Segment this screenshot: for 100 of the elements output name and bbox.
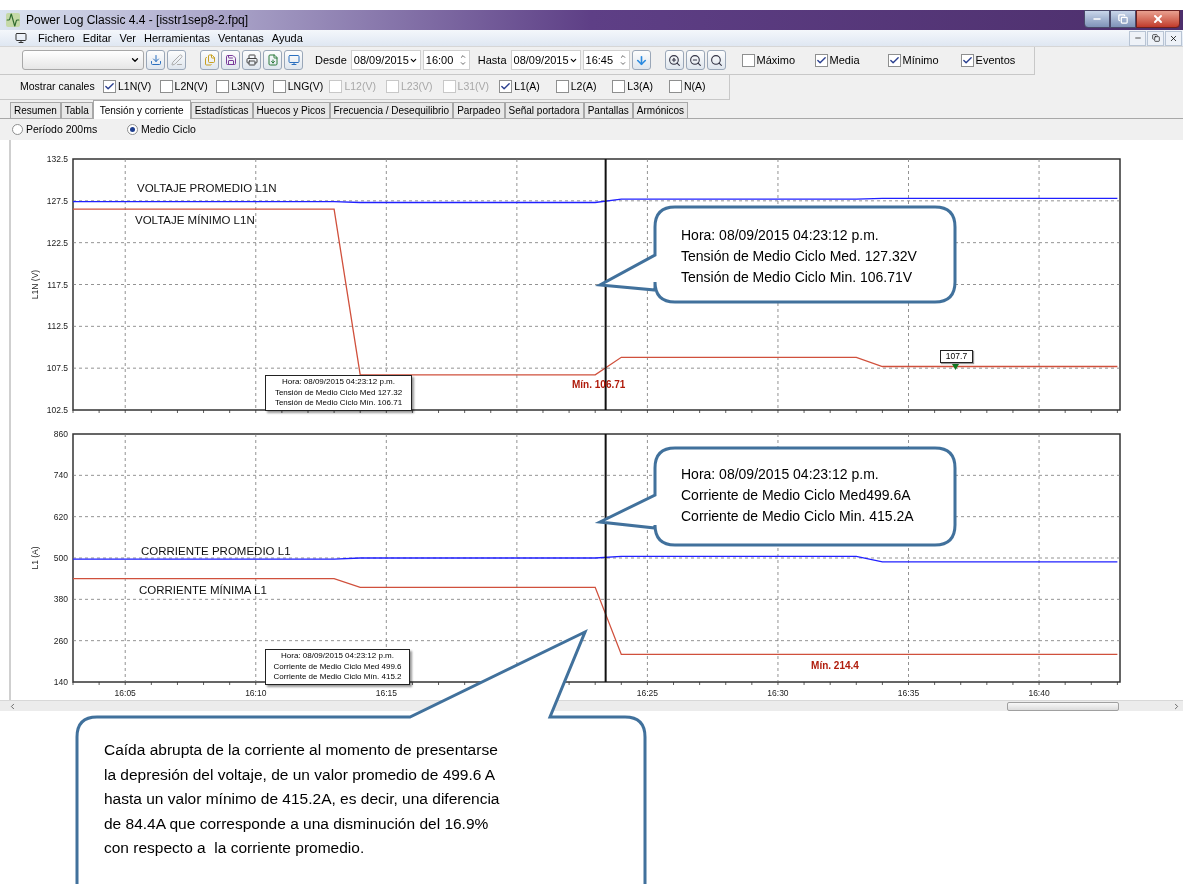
from-label: Desde — [315, 52, 347, 68]
minimize-icon — [1133, 34, 1142, 42]
checkbox[interactable] — [159, 80, 173, 93]
marker-triangle-icon — [952, 364, 959, 370]
printer-icon — [245, 54, 258, 66]
callout-text: Hora: 08/09/2015 04:23:12 p.m. Tensión de Medio Ciclo Med. 127.32V Tensión de Medio Ciclo Min. 106.71V — [681, 226, 917, 287]
cursor-line[interactable] — [604, 434, 607, 682]
tab[interactable]: Pantallas — [583, 102, 633, 118]
close-button[interactable] — [1136, 10, 1180, 28]
tab[interactable]: Tabla — [60, 102, 93, 118]
menu-item[interactable]: Editar — [78, 29, 116, 47]
tab[interactable]: Estadísticas — [190, 102, 253, 118]
channel-label: L1N(V) — [118, 78, 152, 94]
checkbox[interactable] — [612, 80, 626, 93]
checkbox[interactable] — [668, 80, 682, 93]
x-tick-label: 16:35 — [897, 688, 920, 698]
download-button[interactable] — [146, 50, 165, 70]
combo-box[interactable] — [22, 50, 144, 70]
y-tick-label: 380 — [53, 594, 68, 605]
tab[interactable]: Resumen — [10, 102, 61, 118]
zoom-out-button[interactable] — [685, 50, 705, 70]
caret-icon — [130, 55, 140, 65]
option-label: Eventos — [975, 52, 1016, 68]
restore-button[interactable] — [1110, 10, 1136, 28]
y-tick-label: 620 — [53, 511, 68, 522]
option-label: Media — [829, 52, 860, 68]
menu-item[interactable]: Ventanas — [214, 29, 268, 47]
checkbox[interactable] — [216, 80, 230, 93]
option-label: Máximo — [756, 52, 796, 68]
minimize-button[interactable] — [1084, 10, 1110, 28]
value-flag: 107.7 — [940, 350, 973, 363]
document-icon — [14, 32, 28, 44]
from-time-field[interactable]: 16:00 — [422, 50, 470, 70]
tab[interactable]: Tensión y corriente — [92, 100, 191, 119]
close-icon — [1152, 13, 1164, 25]
y-tick-label: 112.5 — [47, 321, 68, 332]
y-tick-label: 500 — [53, 553, 68, 563]
apply-button[interactable] — [631, 50, 651, 70]
menu-item[interactable]: Ayuda — [267, 29, 307, 47]
child-restore-button[interactable] — [1147, 30, 1164, 46]
y-tick-label: 107.5 — [46, 363, 68, 374]
y-axis-title: L1N (V) — [30, 269, 40, 300]
file-icon — [266, 54, 279, 66]
export-button[interactable] — [263, 50, 282, 70]
channel-label: L2N(V) — [174, 78, 208, 94]
checkbox[interactable] — [887, 53, 901, 67]
radio-button[interactable] — [127, 124, 138, 135]
checkbox[interactable] — [960, 53, 974, 67]
checkbox[interactable] — [555, 80, 569, 93]
channel-label: L12(V) — [344, 78, 376, 94]
tab[interactable]: Huecos y Picos — [252, 102, 330, 118]
radio-button[interactable] — [12, 124, 23, 135]
series-annotation: CORRIENTE PROMEDIO L1 — [141, 545, 291, 557]
tab[interactable]: Señal portadora — [504, 102, 584, 118]
to-date-field[interactable]: 08/09/2015 — [510, 50, 581, 70]
tab[interactable]: Frecuencia / Desequilibrio — [329, 102, 454, 118]
y-tick-label: 122.5 — [46, 237, 68, 248]
series-annotation: VOLTAJE PROMEDIO L1N — [137, 182, 277, 194]
menu-item[interactable]: Ver — [115, 29, 140, 47]
checkbox[interactable] — [814, 53, 828, 67]
zoom-button[interactable] — [706, 50, 726, 70]
series-annotation: VOLTAJE MÍNIMO L1N — [135, 214, 255, 226]
radio-label: Medio Ciclo — [141, 121, 196, 137]
x-tick-label: 16:40 — [1028, 688, 1050, 698]
from-date-field[interactable]: 08/09/2015 — [350, 50, 421, 70]
checkbox[interactable] — [741, 53, 755, 67]
channel-label: L23(V) — [400, 78, 433, 94]
child-close-button[interactable] — [1165, 30, 1182, 46]
channel-label: L31(V) — [457, 78, 490, 94]
tab[interactable]: Parpadeo — [453, 102, 505, 118]
menu-item[interactable]: Fichero — [34, 29, 79, 47]
channel-label: LNG(V) — [287, 78, 324, 94]
download-icon — [149, 54, 162, 66]
to-time-field[interactable]: 16:45 — [582, 50, 630, 70]
y-tick-label: 102.5 — [46, 405, 68, 415]
checkbox[interactable] — [499, 80, 513, 93]
channels-label: Mostrar canales — [20, 78, 96, 94]
x-tick-label: 16:10 — [245, 688, 267, 698]
callout-text: Hora: 08/09/2015 04:23:12 p.m. Corriente de Medio Ciclo Med499.6A Corriente de Medio Ciclo Min. 415.2A — [681, 465, 914, 526]
restore-icon — [1118, 14, 1128, 24]
menu-item[interactable]: Herramientas — [139, 29, 214, 47]
edit-button[interactable] — [167, 50, 186, 70]
print-button[interactable] — [242, 50, 261, 70]
zoom-in-button[interactable] — [664, 50, 684, 70]
note-text: Caída abrupta de la corriente al momento de presentarse la depresión del voltaje, de un valor promedio de 499.6 A hasta un valor mínimo de 415.2A, es decir, una diferencia de 84.4A que corresponde a una disminución del 16.9% con respecto a la corriente promedio. — [104, 740, 500, 858]
checkbox[interactable] — [272, 80, 286, 93]
check-icon — [104, 81, 115, 92]
checkbox[interactable] — [103, 80, 116, 93]
tab[interactable]: Armónicos — [632, 102, 689, 118]
scroll-left-icon[interactable] — [8, 701, 17, 711]
window-button[interactable] — [284, 50, 303, 70]
scroll-right-icon[interactable] — [1172, 701, 1181, 711]
down-arrow-icon — [634, 53, 648, 67]
window-title: Power Log Classic 4.4 - [isstr1sep8-2.fpq] — [26, 12, 249, 29]
save-button[interactable] — [221, 50, 240, 70]
y-tick-label: 140 — [53, 677, 68, 687]
scroll-thumb[interactable] — [1007, 701, 1119, 711]
data-tooltip: Hora: 08/09/2015 04:23:12 p.m. Corriente de Medio Ciclo Med 499.6 Corriente de Medio Ciclo Mín. 415.2 — [265, 649, 410, 685]
check-icon — [961, 54, 973, 66]
check-icon — [815, 54, 827, 66]
